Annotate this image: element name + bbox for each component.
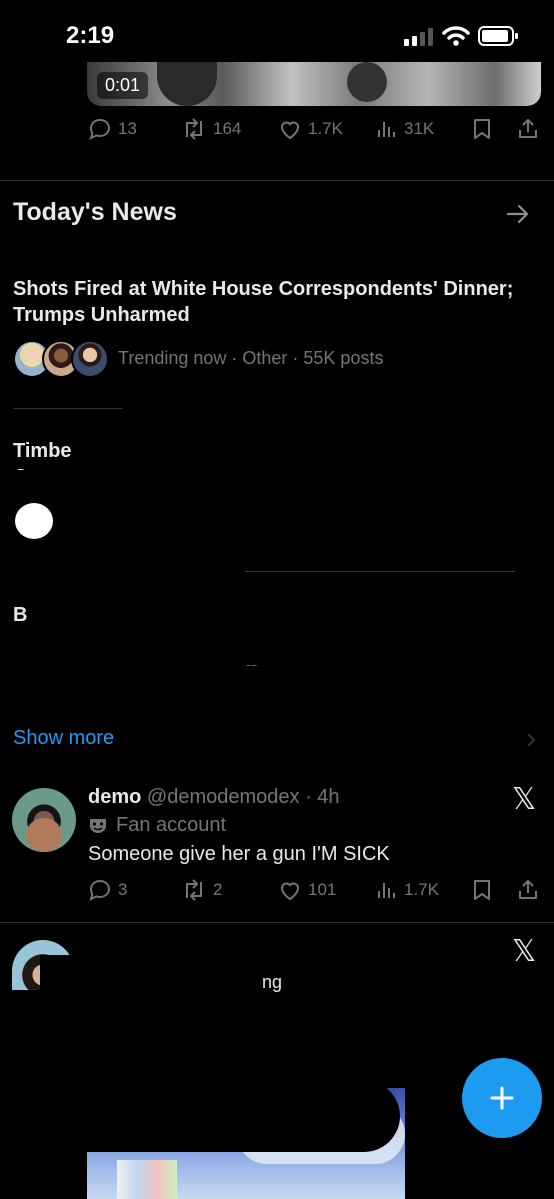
cellular-signal-icon	[404, 28, 434, 46]
chevron-right-icon	[527, 733, 536, 747]
repost-icon	[186, 879, 202, 901]
heart-icon	[280, 121, 300, 140]
bookmark-button[interactable]	[471, 117, 493, 141]
repost-icon	[186, 118, 202, 140]
redaction	[80, 430, 554, 570]
avatar[interactable]	[12, 788, 76, 852]
reply-count: 3	[118, 880, 128, 899]
wifi-icon	[442, 26, 470, 46]
like-count: 1.7K	[308, 119, 343, 138]
share-button[interactable]	[516, 878, 540, 902]
news-section-title: Today's News	[13, 198, 177, 226]
video-duration: 0:01	[97, 72, 149, 99]
video-thumbnail[interactable]	[87, 62, 541, 106]
repost-button[interactable]: 2	[181, 878, 222, 902]
redaction	[0, 640, 440, 665]
reply-button[interactable]: 3	[88, 878, 127, 902]
x-logo-icon: 𝕏	[512, 934, 537, 969]
avatar	[15, 503, 53, 539]
redaction	[80, 1080, 400, 1152]
share-icon	[519, 880, 537, 899]
news-meta: Trending now · Other · 55K posts	[118, 348, 384, 368]
status-time: 2:19	[66, 22, 115, 49]
account-label-text: Fan account	[116, 814, 227, 836]
views-button[interactable]: 31K	[376, 117, 434, 141]
tweet-text-fragment: ng	[262, 972, 283, 992]
divider	[13, 408, 123, 409]
battery-icon	[478, 26, 518, 46]
status-bar: 2:19	[0, 0, 554, 70]
divider	[0, 180, 554, 181]
heart-icon	[280, 882, 300, 901]
news-headline-redacted[interactable]: B	[13, 604, 27, 627]
views-button[interactable]: 1.7K	[376, 878, 439, 902]
tweet-action-bar: 3 2 101 1.7K	[88, 878, 540, 908]
repost-count: 164	[213, 119, 242, 138]
bookmark-button[interactable]	[471, 878, 493, 902]
like-button[interactable]: 101	[278, 878, 336, 902]
reply-count: 13	[118, 119, 137, 138]
redaction	[13, 470, 133, 500]
news-avatars	[13, 340, 109, 378]
share-button[interactable]	[516, 117, 540, 141]
views-icon	[378, 122, 395, 137]
reply-button[interactable]: 13	[88, 117, 137, 141]
x-logo-icon: 𝕏	[512, 782, 537, 817]
views-icon	[378, 883, 395, 898]
display-name[interactable]: demo	[88, 786, 141, 808]
bookmark-icon	[474, 880, 490, 900]
show-more-link[interactable]: Show more	[13, 727, 114, 750]
tweet-action-bar: 13 164 1.7K 31K	[88, 117, 540, 147]
bookmark-icon	[474, 119, 490, 139]
news-headline-redacted[interactable]: Timbe	[13, 440, 72, 463]
repost-button[interactable]: 164	[181, 117, 241, 141]
repost-count: 2	[213, 880, 223, 899]
arrow-right-icon[interactable]	[505, 201, 531, 227]
redaction	[40, 955, 440, 995]
news-headline[interactable]: Shots Fired at White House Correspondent…	[13, 276, 543, 328]
mask-icon	[90, 818, 106, 833]
divider	[245, 571, 515, 572]
share-icon	[519, 119, 537, 138]
views-count: 1.7K	[404, 880, 439, 899]
reply-icon	[89, 879, 111, 901]
views-count: 31K	[404, 119, 435, 138]
avatar	[71, 340, 109, 378]
handle-time: @demodemodex · 4h	[146, 786, 340, 808]
tweet-text: Someone give her a gun I'M SICK	[88, 843, 390, 865]
like-button[interactable]: 1.7K	[278, 117, 343, 141]
divider	[0, 922, 554, 923]
plus-icon	[490, 1086, 514, 1110]
reply-icon	[89, 118, 111, 140]
account-label: Fan account	[88, 814, 226, 837]
like-count: 101	[308, 880, 337, 899]
compose-button[interactable]	[462, 1058, 542, 1138]
tweet-header: demo @demodemodex · 4h	[88, 786, 340, 809]
